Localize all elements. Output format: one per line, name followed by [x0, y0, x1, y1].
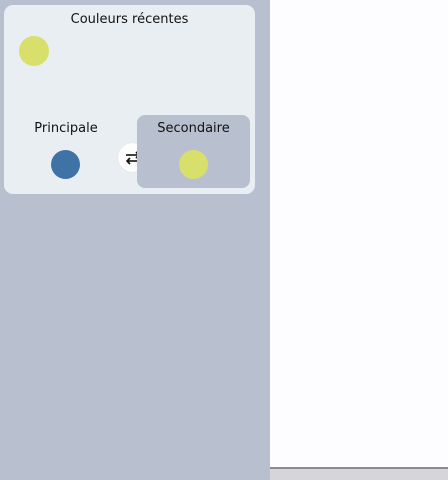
primary-color-block[interactable]: Principale — [12, 115, 120, 191]
drawing-canvas[interactable] — [270, 0, 448, 467]
recent-colors-title: Couleurs récentes — [70, 12, 189, 27]
secondary-color-label: Secondaire — [157, 121, 230, 136]
primary-color-label: Principale — [34, 121, 98, 136]
secondary-color-block[interactable]: Secondaire — [137, 115, 250, 188]
primary-color-swatch[interactable] — [51, 150, 80, 179]
canvas-bottom-edge — [270, 467, 448, 480]
color-sidebar: Couleurs récentes Principale Secondaire — [0, 0, 270, 480]
secondary-color-swatch[interactable] — [179, 150, 208, 179]
color-panel: Couleurs récentes Principale Secondaire — [4, 5, 255, 194]
recent-color-swatch[interactable] — [19, 36, 49, 66]
